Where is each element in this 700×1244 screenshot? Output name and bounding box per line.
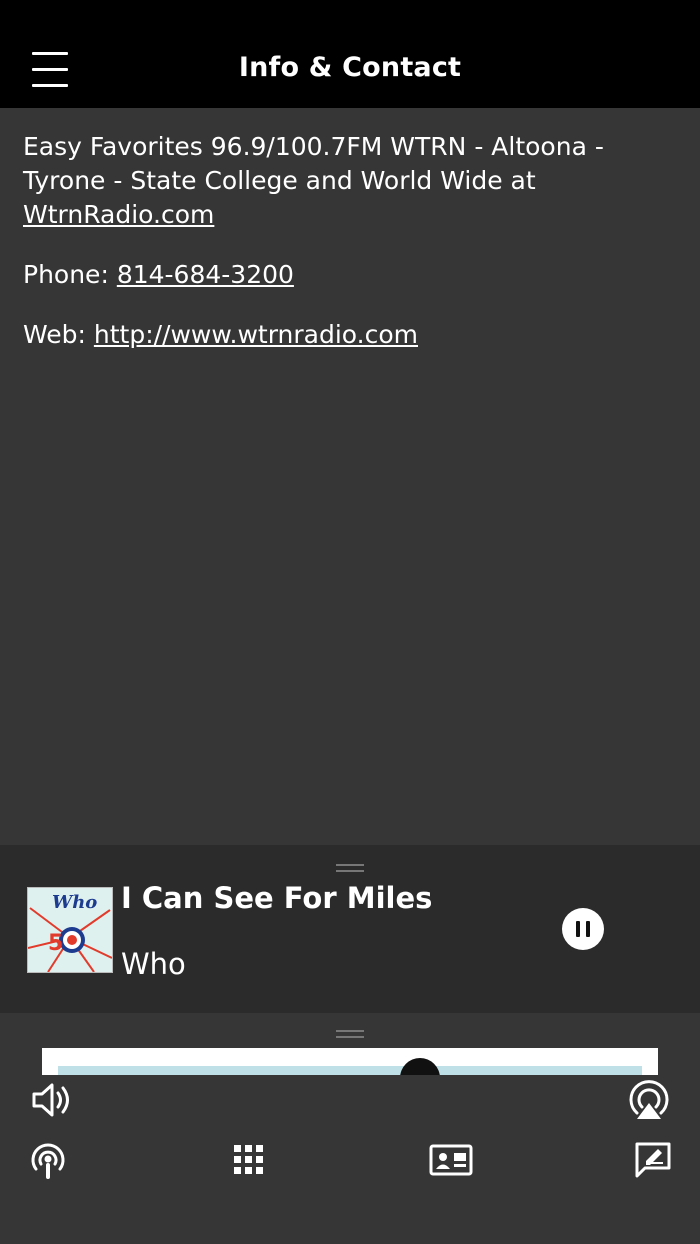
web-row: Web: http://www.wtrnradio.com [23,318,680,352]
phone-row: Phone: 814-684-3200 [23,258,680,292]
expanded-artwork-preview[interactable] [42,1048,658,1075]
station-description: Easy Favorites 96.9/100.7FM WTRN - Altoo… [23,130,680,232]
info-content: Easy Favorites 96.9/100.7FM WTRN - Altoo… [23,130,680,378]
song-title: I Can See For Miles [121,881,433,915]
page-title: Info & Contact [238,52,462,83]
top-bar: Info & Contact [0,0,700,108]
airplay-icon[interactable] [627,1079,671,1121]
drag-handle-icon[interactable] [336,864,364,872]
web-link[interactable]: http://www.wtrnradio.com [94,320,418,349]
volume-icon[interactable] [31,1080,75,1120]
description-text: Easy Favorites 96.9/100.7FM WTRN - Altoo… [23,132,604,195]
now-playing-bar[interactable]: Who 5 I Can See For Miles Who [0,845,700,1013]
phone-label: Phone: [23,260,117,289]
grid-icon[interactable] [234,1145,264,1175]
artist-name: Who [121,947,186,981]
web-label: Web: [23,320,94,349]
podcast-icon[interactable] [29,1141,67,1181]
bottom-panel [0,1013,700,1244]
svg-text:5: 5 [48,931,63,956]
pause-icon [576,921,580,937]
album-art-text: Who [52,892,97,913]
website-link[interactable]: WtrnRadio.com [23,200,214,229]
phone-link[interactable]: 814-684-3200 [117,260,294,289]
drag-handle-icon[interactable] [336,1030,364,1038]
album-art: Who 5 [27,887,113,973]
pause-button[interactable] [562,908,604,950]
feedback-icon[interactable] [634,1141,672,1179]
contact-card-icon[interactable] [429,1144,473,1176]
